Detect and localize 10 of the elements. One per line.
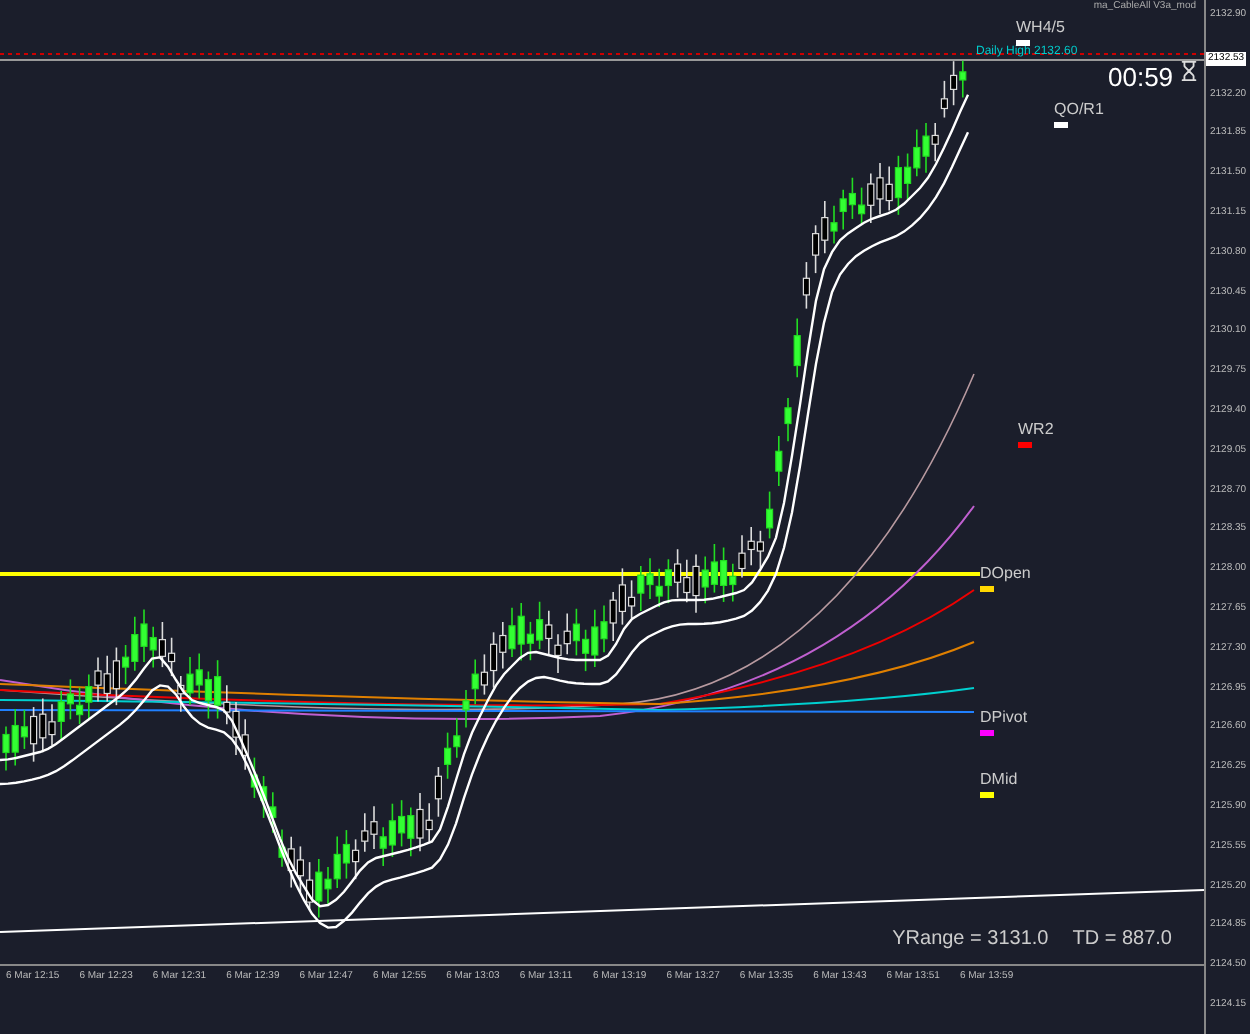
pivot-level-label: QO/R1 bbox=[1054, 98, 1104, 122]
pivot-level-label: WH4/5 bbox=[1016, 16, 1065, 40]
pivot-level-label: WR2 bbox=[1018, 418, 1054, 442]
pivot-level-label: DPivot bbox=[980, 706, 1028, 730]
countdown-timer: 00:59 bbox=[1108, 60, 1174, 96]
hourglass-icon bbox=[1178, 60, 1200, 82]
pivot-level-label: DOpen bbox=[980, 562, 1031, 586]
stat-readout: TD = 887.0 bbox=[1072, 926, 1172, 954]
pivot-level-label: DMid bbox=[980, 768, 1018, 792]
stat-readout: YRange = 3131.0 bbox=[892, 926, 1049, 954]
